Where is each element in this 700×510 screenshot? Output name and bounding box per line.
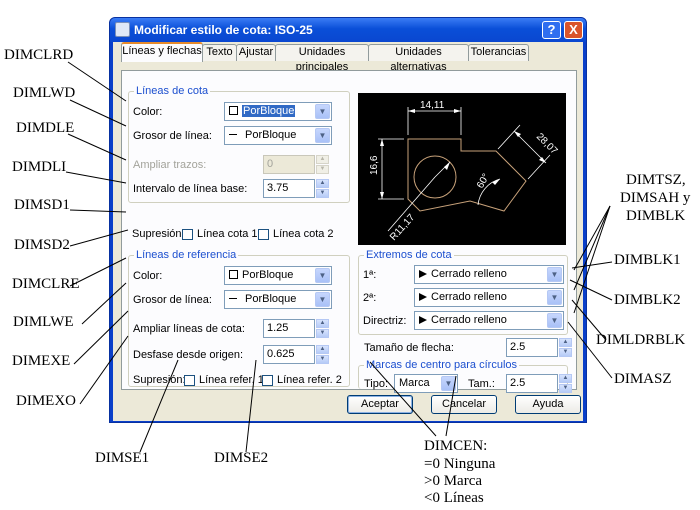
callout-dimexe: DIMEXE xyxy=(12,353,71,369)
callout-dimblk1: DIMBLK1 xyxy=(614,252,681,268)
callout-dimdle: DIMDLE xyxy=(16,120,75,136)
callout-dimtsz-line1: DIMTSZ, xyxy=(626,172,686,188)
callout-dimlwe: DIMLWE xyxy=(13,314,74,330)
callout-dimldrblk: DIMLDRBLK xyxy=(596,332,686,348)
callout-dimcen-negative: <0 Líneas xyxy=(424,490,484,506)
callout-dimsd2: DIMSD2 xyxy=(14,237,70,253)
tab-lineas-flechas[interactable]: Líneas y flechas xyxy=(121,42,203,62)
callout-dimblk2: DIMBLK2 xyxy=(614,292,681,308)
callout-dimse2: DIMSE2 xyxy=(214,450,269,466)
callout-dimasz: DIMASZ xyxy=(614,371,672,387)
callout-lines xyxy=(65,61,613,453)
callout-dimse1: DIMSE1 xyxy=(95,450,150,466)
callout-dimtsz-line3: DIMBLK xyxy=(626,208,686,224)
callout-dimcen-title: DIMCEN: xyxy=(424,438,488,454)
callout-dimlwd: DIMLWD xyxy=(13,85,76,101)
callout-dimdli: DIMDLI xyxy=(12,159,67,175)
callout-dimtsz-line2: DIMSAH y xyxy=(620,190,691,206)
callout-dimclrd: DIMCLRD xyxy=(4,47,74,63)
callout-dimexo: DIMEXO xyxy=(16,393,76,409)
callout-dimclre: DIMCLRE xyxy=(12,276,80,292)
callout-dimcen-positive: >0 Marca xyxy=(424,473,483,489)
callout-dimcen-zero: =0 Ninguna xyxy=(424,456,496,472)
callout-dimsd1: DIMSD1 xyxy=(14,197,70,213)
